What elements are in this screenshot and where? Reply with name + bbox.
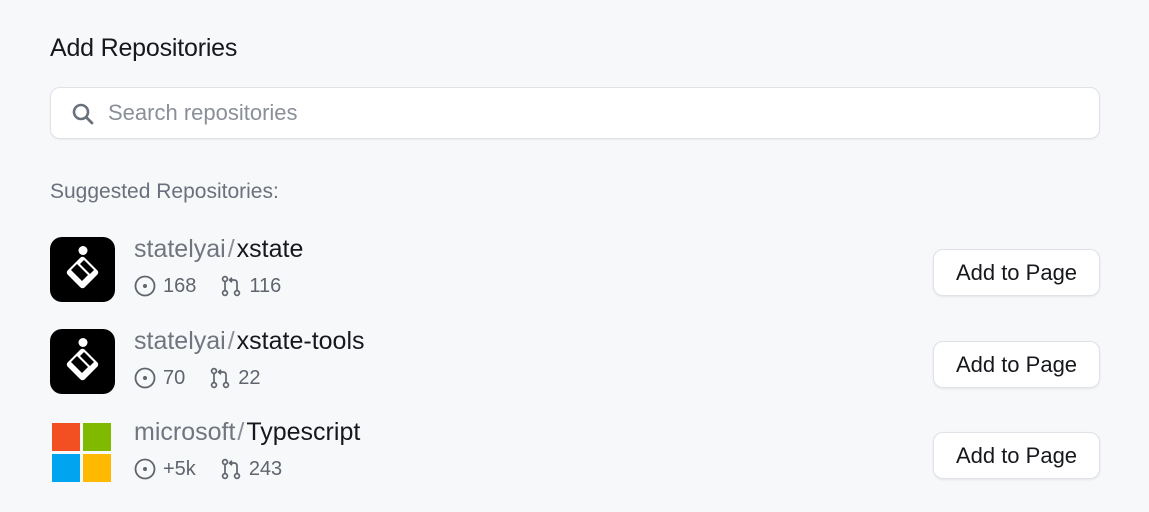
suggested-repositories-label: Suggested Repositories: [50,180,279,203]
pull-requests-count: 116 [249,274,282,297]
repo-full-name[interactable]: statelyai/xstate-tools [134,326,365,356]
repo-stats: 70 22 [134,366,261,390]
issues-count: +5k [163,457,196,480]
add-to-page-button[interactable]: Add to Page [933,341,1100,388]
add-to-page-button[interactable]: Add to Page [933,249,1100,296]
pull-requests-stat: 243 [220,458,282,481]
repo-owner: statelyai [134,235,226,263]
repo-full-name[interactable]: microsoft/Typescript [134,417,360,447]
issue-icon [134,275,156,297]
repo-name: xstate [236,235,304,263]
issue-icon [134,367,156,389]
repo-owner: microsoft [134,418,236,446]
pull-requests-count: 243 [248,457,283,480]
search-box[interactable] [50,87,1100,139]
add-to-page-button[interactable]: Add to Page [933,432,1100,479]
issues-stat: 168 [134,275,196,298]
pull-requests-stat: 116 [220,275,281,298]
search-icon [72,103,94,125]
issues-stat: 70 [134,367,185,390]
issues-count: 168 [163,274,197,297]
issues-stat: +5k [134,458,196,481]
stately-logo-icon [50,237,115,302]
stately-logo-icon [50,329,115,394]
repo-separator: / [237,418,245,446]
repo-row: statelyai/xstate-tools 70 22 Add to Page [50,326,1102,394]
pull-requests-stat: 22 [209,366,261,390]
issues-count: 70 [163,366,186,389]
repo-separator: / [227,235,235,263]
pull-request-icon [222,275,241,297]
repo-owner: statelyai [134,327,226,355]
add-repositories-panel: Add Repositories Suggested Repositories:… [50,0,1102,512]
pull-request-icon [210,367,230,389]
repo-full-name[interactable]: statelyai/xstate [134,234,303,264]
repo-row: microsoft/Typescript +5k 243 Add to Page [50,417,1102,485]
repo-row: statelyai/xstate 168 116 Add to Page [50,234,1102,302]
pull-request-icon [221,458,241,480]
page-title: Add Repositories [50,34,238,62]
issue-icon [134,458,156,480]
microsoft-logo-icon [50,420,115,485]
repo-stats: +5k 243 [134,457,282,481]
pull-requests-count: 22 [238,366,261,389]
repo-separator: / [227,327,235,355]
repo-name: Typescript [246,418,361,446]
search-input[interactable] [108,88,1088,138]
repo-name: xstate-tools [236,327,365,355]
repo-stats: 168 116 [134,274,281,298]
